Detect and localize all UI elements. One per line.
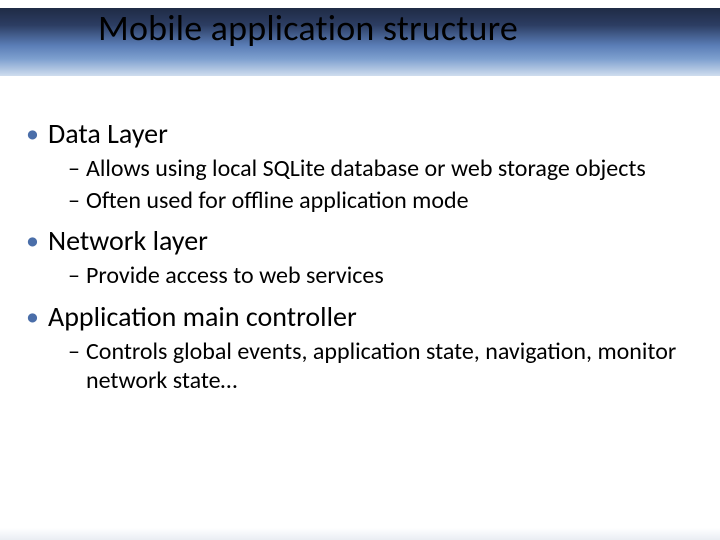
slide-content: Data Layer Allows using local SQLite dat… <box>20 116 702 404</box>
sub-bullet: Provide access to web services <box>68 261 702 291</box>
bottom-gradient <box>0 528 720 540</box>
sub-bullet: Often used for offline application mode <box>68 186 702 216</box>
slide-title: Mobile application structure <box>98 8 518 49</box>
bullet-network-layer: Network layer Provide access to web serv… <box>20 223 702 291</box>
bullet-label: Application main controller <box>48 299 357 334</box>
sub-bullet: Allows using local SQLite database or we… <box>68 154 702 184</box>
bullet-data-layer: Data Layer Allows using local SQLite dat… <box>20 116 702 215</box>
sub-bullet: Controls global events, application stat… <box>68 337 702 397</box>
bullet-label: Data Layer <box>48 116 168 151</box>
bullet-label: Network layer <box>48 223 208 258</box>
bullet-app-main-controller: Application main controller Controls glo… <box>20 299 702 396</box>
